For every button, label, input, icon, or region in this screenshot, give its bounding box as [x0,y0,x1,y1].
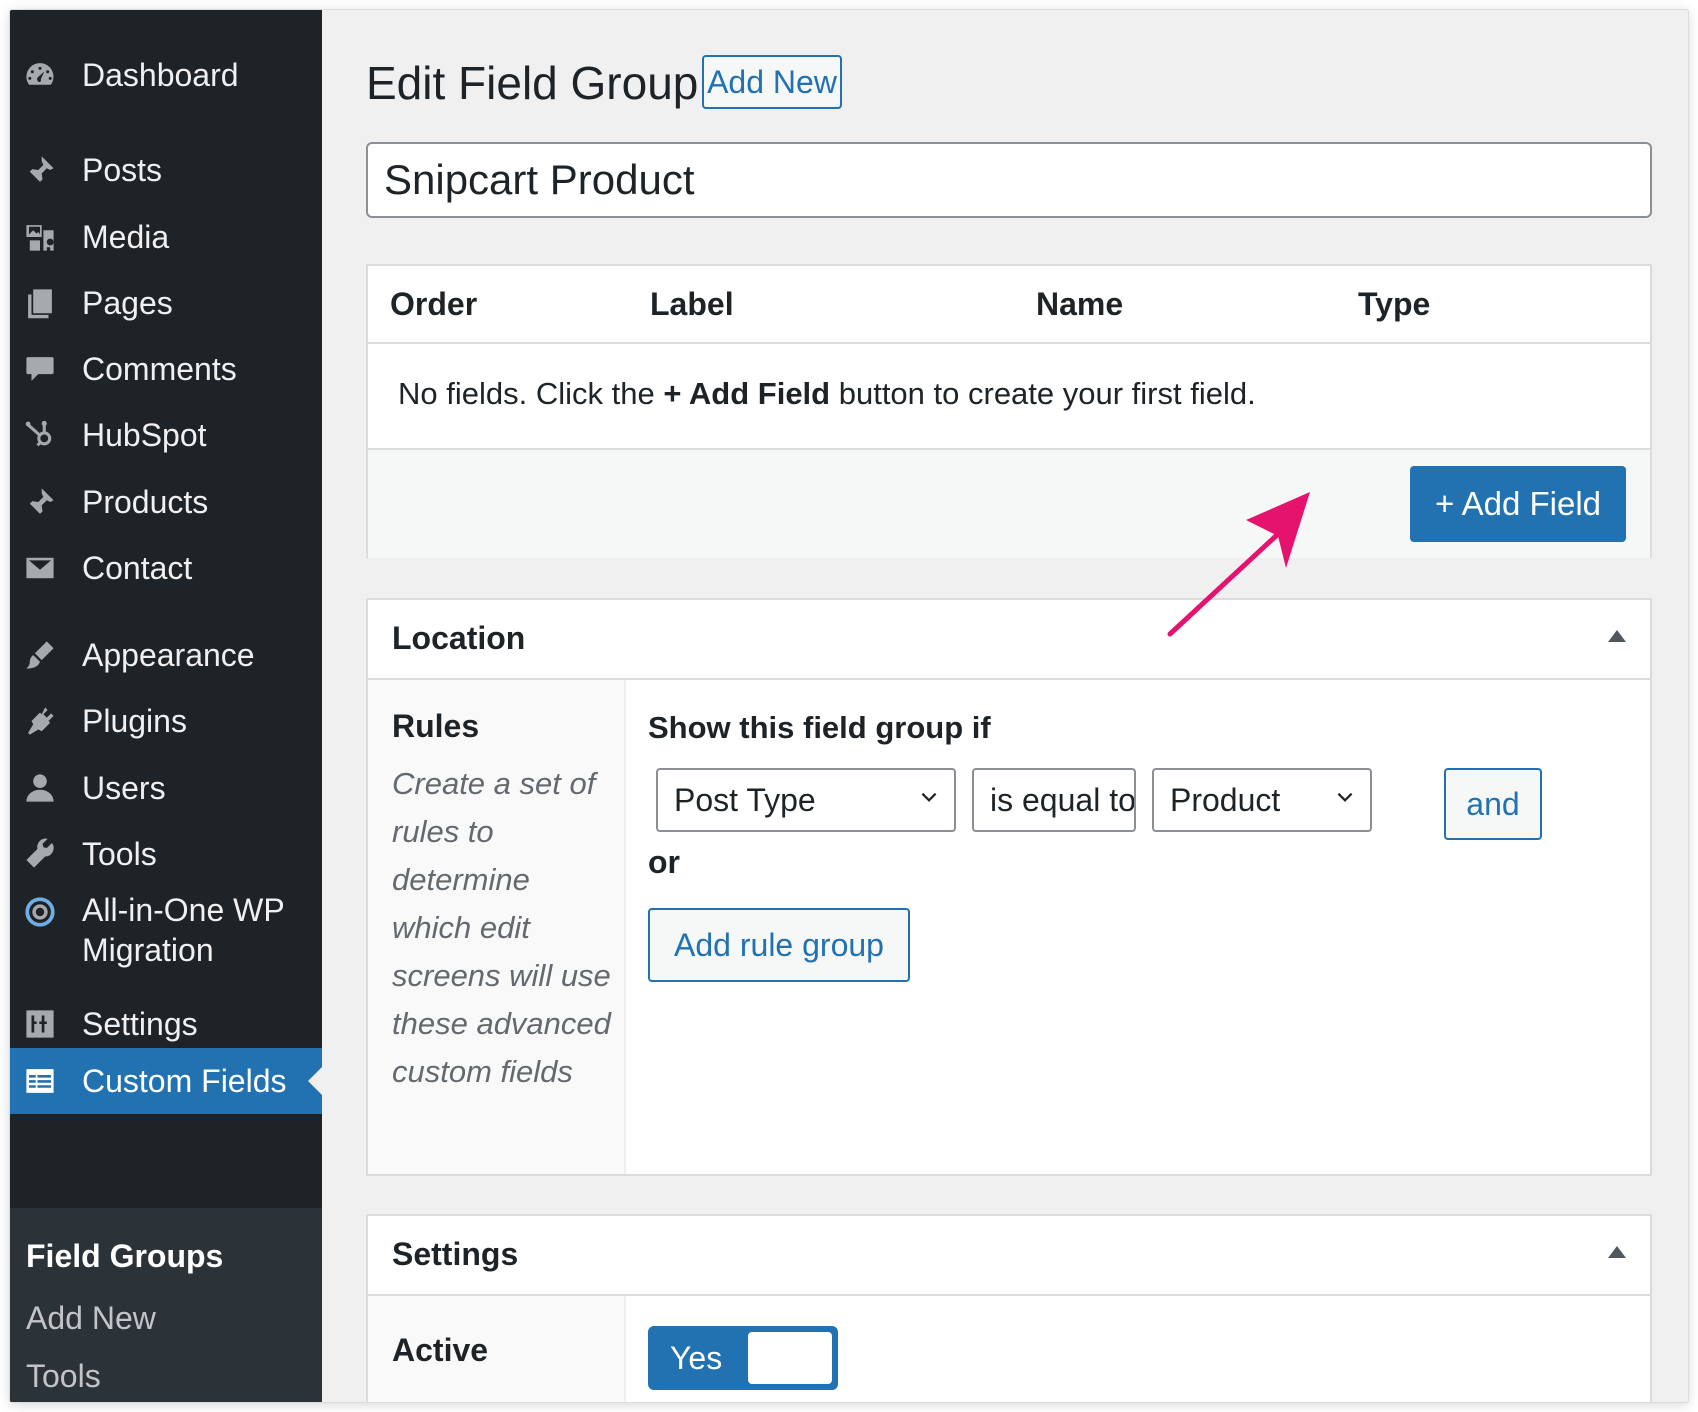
sidebar-item-settings[interactable]: Settings [10,995,322,1053]
add-field-button[interactable]: + Add Field [1410,466,1626,542]
rule-operator-select[interactable]: is equal to [972,768,1136,832]
column-header-order: Order [390,286,478,322]
or-label: or [648,844,680,880]
collapse-toggle-icon[interactable] [1608,630,1626,642]
submenu-item-add-new[interactable]: Add New [26,1300,156,1337]
sidebar-item-label: HubSpot [82,416,207,453]
sidebar-item-dashboard[interactable]: Dashboard [10,46,322,104]
sidebar-item-plugins[interactable]: Plugins [10,692,322,750]
sidebar-item-label: Appearance [82,636,255,673]
show-if-label: Show this field group if [648,710,991,745]
rule-param-value: Post Type [674,781,816,818]
settings-sliders-icon [22,1006,58,1042]
plug-icon [22,703,58,739]
current-menu-indicator [308,1067,322,1095]
sidebar-item-label: Posts [82,151,163,188]
paintbrush-icon [22,637,58,673]
chevron-down-icon [921,792,937,802]
sidebar-item-comments[interactable]: Comments [10,340,322,398]
sidebar-item-label: Tools [82,835,157,872]
add-new-button[interactable]: Add New [702,55,842,109]
fields-panel: Order Label Name Type No fields. Click t… [366,264,1652,558]
hubspot-icon [22,417,58,453]
rule-operator-value: is equal to [990,781,1136,818]
submenu-item-tools[interactable]: Tools [26,1358,101,1395]
sidebar-item-label: Dashboard [82,56,239,93]
location-panel: Location Rules Create a set of rules to … [366,598,1652,1176]
rules-title: Rules [392,708,480,744]
custom-fields-submenu: Field Groups Add New Tools [10,1208,322,1402]
wrench-icon [22,836,58,872]
settings-panel: Settings Active Yes [366,1214,1652,1402]
location-panel-header[interactable]: Location [368,600,1650,680]
collapse-toggle-icon[interactable] [1608,1246,1626,1258]
toggle-on-label: Yes [670,1340,723,1376]
location-title: Location [392,620,526,656]
envelope-icon [22,550,58,586]
sidebar-item-products[interactable]: Products [10,473,322,531]
sidebar-item-label: Pages [82,284,173,321]
active-toggle-switch[interactable]: Yes [648,1326,838,1390]
sidebar-item-media[interactable]: Media [10,208,322,266]
column-header-type: Type [1358,286,1431,322]
rule-value-select[interactable]: Product [1152,768,1372,832]
sidebar-item-label: Users [82,769,166,806]
submenu-item-field-groups[interactable]: Field Groups [26,1238,223,1275]
comment-icon [22,351,58,387]
chevron-down-icon [1337,792,1353,802]
sidebar-item-posts[interactable]: Posts [10,141,322,199]
sidebar-item-pages[interactable]: Pages [10,274,322,332]
admin-sidebar: Dashboard Posts Media Pages Comments Hub… [10,10,322,1402]
sidebar-item-label: Plugins [82,702,187,739]
sidebar-item-label: All-in-One WP [82,892,285,928]
sidebar-item-contact[interactable]: Contact [10,539,322,597]
sidebar-item-all-in-one-wp-migration[interactable]: All-in-One WP Migration [10,890,322,986]
page-title: Edit Field Group [366,57,699,109]
add-rule-group-button[interactable]: Add rule group [648,908,910,982]
sidebar-item-users[interactable]: Users [10,759,322,817]
pushpin-icon [22,152,58,188]
field-group-title-input[interactable]: Snipcart Product [366,142,1652,218]
no-fields-message: No fields. Click the + Add Field button … [398,376,1256,411]
column-header-label: Label [650,286,734,322]
fields-footer: + Add Field [368,448,1650,558]
rules-description: Create a set of rules to determine which… [392,766,611,1089]
sidebar-item-label: Custom Fields [82,1062,287,1099]
media-icon [22,219,58,255]
sidebar-item-tools[interactable]: Tools [10,825,322,883]
settings-title: Settings [392,1236,519,1272]
sidebar-item-appearance[interactable]: Appearance [10,626,322,684]
rule-value-value: Product [1170,781,1281,818]
sidebar-item-label: Settings [82,1005,198,1042]
user-icon [22,770,58,806]
rules-label-column: Rules Create a set of rules to determine… [368,680,626,1174]
wp-admin-window: Dashboard Posts Media Pages Comments Hub… [10,10,1688,1402]
settings-panel-header[interactable]: Settings [368,1216,1650,1296]
settings-label-column: Active [368,1296,626,1402]
title-input-value: Snipcart Product [384,156,695,203]
toggle-knob [748,1332,832,1384]
table-icon [22,1063,58,1099]
fields-table-header: Order Label Name Type [368,266,1650,344]
migration-icon [22,894,58,930]
rule-param-select[interactable]: Post Type [656,768,956,832]
sidebar-item-label: Comments [82,350,237,387]
sidebar-item-label-line2: Migration [82,932,214,968]
pages-icon [22,285,58,321]
sidebar-item-label: Products [82,483,209,520]
sidebar-item-hubspot[interactable]: HubSpot [10,406,322,464]
pushpin-icon [22,484,58,520]
dashboard-icon [22,57,58,93]
sidebar-item-custom-fields[interactable]: Custom Fields [10,1048,322,1114]
active-label: Active [392,1332,489,1368]
sidebar-item-label: Media [82,218,170,255]
sidebar-item-label: Contact [82,549,193,586]
column-header-name: Name [1036,286,1124,322]
add-and-rule-button[interactable]: and [1444,768,1542,840]
